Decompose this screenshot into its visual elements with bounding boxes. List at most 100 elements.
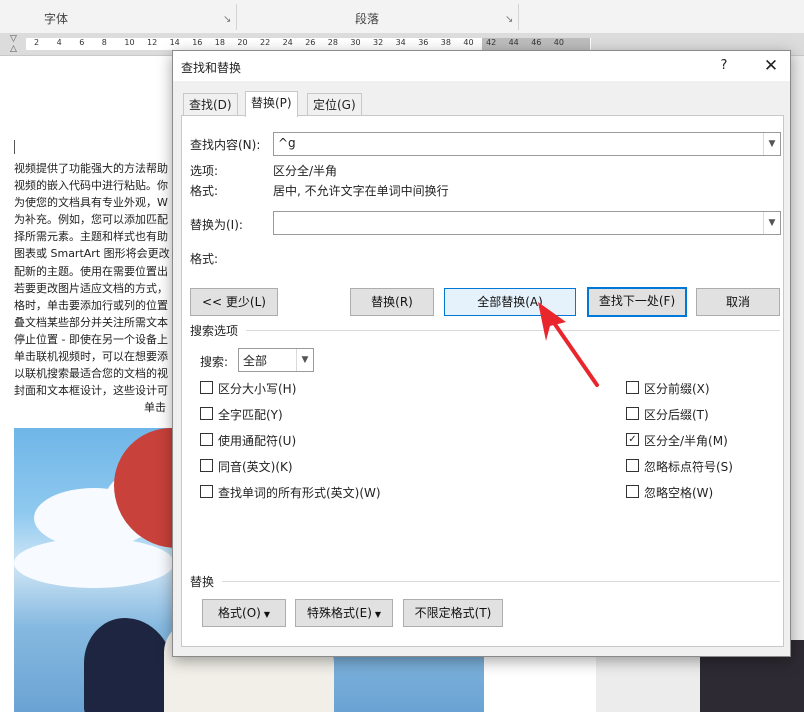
search-direction-label: 搜索: <box>200 355 229 369</box>
text-line: 叠文档某些部分并关注所需文本 <box>14 315 168 329</box>
ruler-tick-label: 22 <box>260 38 271 47</box>
text-line: 单击 <box>144 401 166 415</box>
text-line: 为补充。例如，您可以添加匹配 <box>14 213 168 227</box>
checkbox-box[interactable] <box>200 485 213 498</box>
find-what-label: 查找内容(N): <box>190 138 261 152</box>
ruler-tick-label: 8 <box>101 38 107 47</box>
checkbox-box[interactable] <box>626 407 639 420</box>
replace-all-button[interactable]: 全部替换(A) <box>444 288 576 316</box>
checkbox-label: 区分大小写(H) <box>218 382 297 396</box>
text-line: 择所需元素。主题和样式也有助 <box>14 230 168 244</box>
ruler-tick-label: 36 <box>418 38 429 47</box>
ribbon-group-font-label: 字体 <box>44 12 69 26</box>
dialog-titlebar[interactable]: 查找和替换 ? ✕ <box>173 51 790 81</box>
ruler-tick-label: 2 <box>34 38 40 47</box>
text-line: 配新的主题。使用在需要位置出 <box>14 264 168 278</box>
checkbox-label: 使用通配符(U) <box>218 434 297 448</box>
ruler-tick-label: 16 <box>192 38 203 47</box>
cloud-shape <box>14 538 174 588</box>
checkbox-label: 区分全/半角(M) <box>644 434 728 448</box>
indent-marker-icon[interactable]: ▽ △ <box>10 34 20 54</box>
replace-with-input[interactable]: ▼ <box>273 211 781 235</box>
ribbon: 字体 ↘ 段落 ↘ <box>0 0 804 34</box>
search-direction-select[interactable]: 全部 ▼ <box>238 348 314 372</box>
replace-button[interactable]: 替换(R) <box>350 288 434 316</box>
search-direction-value: 全部 <box>243 354 268 368</box>
ruler-tick-label: 28 <box>327 38 338 47</box>
less-button[interactable]: << 更少(L) <box>190 288 278 316</box>
checkbox-label: 同音(英文)(K) <box>218 460 293 474</box>
cancel-button[interactable]: 取消 <box>696 288 780 316</box>
dialog-title: 查找和替换 <box>181 61 242 75</box>
font-dialog-launcher-icon[interactable]: ↘ <box>223 14 231 25</box>
checkbox-box[interactable] <box>626 381 639 394</box>
checkbox-label: 区分后缀(T) <box>644 408 709 422</box>
find-next-button[interactable]: 查找下一处(F) <box>587 287 687 317</box>
ruler-tick-label: 10 <box>124 38 135 47</box>
close-icon[interactable]: ✕ <box>758 55 784 77</box>
checkbox-box[interactable] <box>200 407 213 420</box>
ruler-tick-label: 38 <box>440 38 451 47</box>
checkbox-box[interactable]: ✓ <box>626 433 639 446</box>
special-menu-label: 特殊格式(E) <box>306 606 372 620</box>
ruler-tick-label: 44 <box>508 38 519 47</box>
ruler-tick-label: 40 <box>553 38 564 47</box>
ruler-tick-label: 40 <box>463 38 474 47</box>
document-body-text[interactable]: 视频提供了功能强大的方法帮助 视频的嵌入代码中进行粘贴。你 为使您的文档具有专业… <box>14 160 194 416</box>
find-replace-dialog: 查找和替换 ? ✕ 查找(D) 替换(P) 定位(G) 查找内容(N): ^g … <box>172 50 791 657</box>
text-line: 单击联机视频时，可以在想要添 <box>14 350 168 364</box>
special-menu-button[interactable]: 特殊格式(E) ▼ <box>295 599 393 627</box>
checkbox-box[interactable] <box>626 485 639 498</box>
checkbox-match-case[interactable]: 区分大小写(H) <box>200 380 296 398</box>
text-line: 停止位置 - 即使在另一个设备上 <box>14 332 168 346</box>
checkbox-whole-word[interactable]: 全字匹配(Y) <box>200 406 283 424</box>
ribbon-separator <box>518 4 519 30</box>
paragraph-dialog-launcher-icon[interactable]: ↘ <box>505 14 513 25</box>
caret-down-icon: ▼ <box>263 610 270 619</box>
checkbox-label: 忽略标点符号(S) <box>644 460 733 474</box>
checkbox-label: 查找单词的所有形式(英文)(W) <box>218 486 381 500</box>
text-line: 若要更改图片适应文档的方式， <box>14 281 168 295</box>
dark-hair-shape <box>84 618 174 712</box>
checkbox-match-width[interactable]: ✓ 区分全/半角(M) <box>626 432 728 450</box>
checkbox-box[interactable] <box>626 459 639 472</box>
replace-format-label: 格式: <box>190 252 219 266</box>
section-divider <box>222 581 780 582</box>
chevron-down-icon[interactable]: ▼ <box>763 212 780 234</box>
checkbox-ignore-punctuation[interactable]: 忽略标点符号(S) <box>626 458 733 476</box>
checkbox-box[interactable] <box>200 381 213 394</box>
no-formatting-button[interactable]: 不限定格式(T) <box>403 599 503 627</box>
text-line: 图表或 SmartArt 图形将会更改 <box>14 247 170 261</box>
tab-goto[interactable]: 定位(G) <box>307 93 362 116</box>
ruler-tick-label: 42 <box>486 38 497 47</box>
ruler-tick-label: 18 <box>214 38 225 47</box>
find-what-input[interactable]: ^g ▼ <box>273 132 781 156</box>
find-format-value: 居中, 不允许文字在单词中间换行 <box>273 184 449 198</box>
text-line: 视频的嵌入代码中进行粘贴。你 <box>14 179 168 193</box>
format-menu-button[interactable]: 格式(O) ▼ <box>202 599 286 627</box>
tab-replace[interactable]: 替换(P) <box>245 91 298 117</box>
ruler-tick-label: 30 <box>350 38 361 47</box>
ribbon-group-paragraph-label: 段落 <box>355 12 380 26</box>
ruler-tick-label: 12 <box>147 38 158 47</box>
checkbox-match-prefix[interactable]: 区分前缀(X) <box>626 380 710 398</box>
text-line: 格时，单击要添加行或列的位置 <box>14 298 168 312</box>
checkbox-box[interactable] <box>200 459 213 472</box>
checkbox-wildcards[interactable]: 使用通配符(U) <box>200 432 296 450</box>
tab-find[interactable]: 查找(D) <box>183 93 238 116</box>
checkbox-sounds-like[interactable]: 同音(英文)(K) <box>200 458 293 476</box>
chevron-down-icon[interactable]: ▼ <box>296 349 313 371</box>
format-menu-label: 格式(O) <box>218 606 261 620</box>
checkbox-box[interactable] <box>200 433 213 446</box>
checkbox-ignore-whitespace[interactable]: 忽略空格(W) <box>626 484 713 502</box>
chevron-down-icon[interactable]: ▼ <box>763 133 780 155</box>
replace-with-label: 替换为(I): <box>190 218 243 232</box>
ruler-tick-label: 46 <box>531 38 542 47</box>
checkbox-label: 区分前缀(X) <box>644 382 710 396</box>
checkbox-all-word-forms[interactable]: 查找单词的所有形式(英文)(W) <box>200 484 381 502</box>
help-button[interactable]: ? <box>713 56 735 76</box>
text-line: 视频提供了功能强大的方法帮助 <box>14 162 168 175</box>
section-divider <box>246 330 780 331</box>
ribbon-separator <box>236 4 237 30</box>
checkbox-match-suffix[interactable]: 区分后缀(T) <box>626 406 709 424</box>
